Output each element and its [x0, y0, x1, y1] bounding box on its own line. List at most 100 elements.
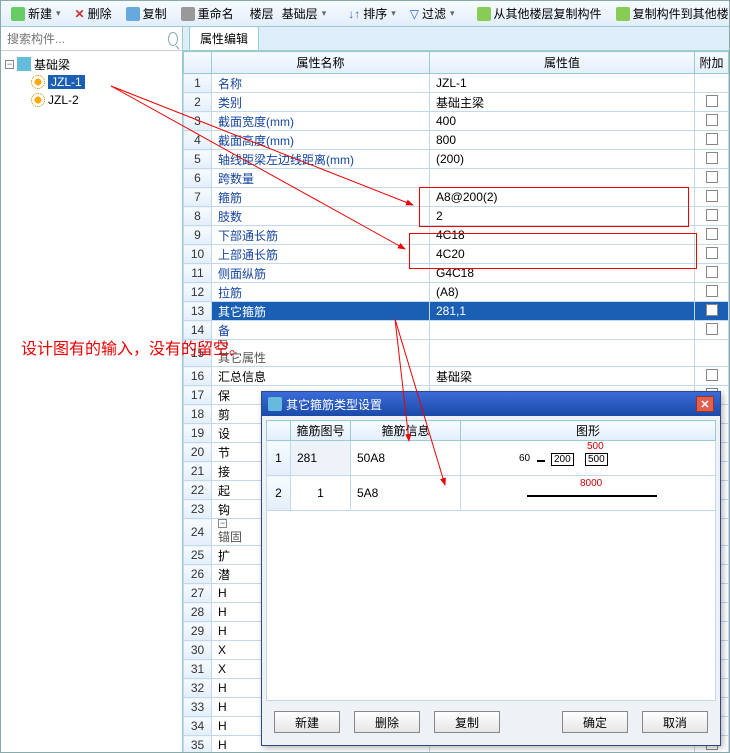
table-row[interactable]: 6跨数量 [184, 169, 729, 188]
checkbox[interactable] [706, 285, 718, 297]
cell-value[interactable] [430, 340, 695, 367]
cell-add[interactable] [695, 131, 729, 150]
dialog-cell-info[interactable]: 50A8 [351, 441, 461, 476]
dlg-copy-button[interactable]: 复制 [434, 711, 500, 733]
dlg-ok-button[interactable]: 确定 [562, 711, 628, 733]
table-row[interactable]: 8肢数2 [184, 207, 729, 226]
cell-add[interactable] [695, 367, 729, 386]
checkbox[interactable] [706, 152, 718, 164]
table-row[interactable]: 14备 [184, 321, 729, 340]
cell-value[interactable]: (200) [430, 150, 695, 169]
cell-add[interactable] [695, 112, 729, 131]
checkbox[interactable] [706, 228, 718, 240]
rename-button[interactable]: 重命名 [175, 2, 240, 25]
checkbox[interactable] [706, 304, 718, 316]
tree-item-jzl2[interactable]: JZL-2 [3, 91, 180, 109]
dialog-titlebar[interactable]: 其它箍筋类型设置 ✕ [262, 392, 720, 416]
expander-icon[interactable]: − [218, 519, 227, 528]
cell-value[interactable]: 4C20 [430, 245, 695, 264]
table-row[interactable]: 4截面高度(mm)800 [184, 131, 729, 150]
cell-add[interactable] [695, 264, 729, 283]
checkbox[interactable] [706, 209, 718, 221]
table-row[interactable]: 11侧面纵筋G4C18 [184, 264, 729, 283]
copy-button[interactable]: 复制 [120, 2, 173, 25]
table-row[interactable]: 13其它箍筋281,1 [184, 302, 729, 321]
rownum: 4 [184, 131, 212, 150]
dlg-new-button[interactable]: 新建 [274, 711, 340, 733]
floor-select[interactable]: 基础层▾ [276, 2, 333, 25]
checkbox[interactable] [706, 369, 718, 381]
table-row[interactable]: 1名称JZL-1 [184, 74, 729, 93]
cell-add[interactable] [695, 245, 729, 264]
checkbox[interactable] [706, 171, 718, 183]
cell-add[interactable] [695, 302, 729, 321]
cell-add[interactable] [695, 340, 729, 367]
dialog-cell-num[interactable]: 1 [291, 476, 351, 511]
cell-add[interactable] [695, 321, 729, 340]
col-rownum [184, 52, 212, 74]
search-box[interactable] [1, 27, 182, 51]
dlg-cancel-button[interactable]: 取消 [642, 711, 708, 733]
table-row[interactable]: 2类别基础主梁 [184, 93, 729, 112]
dialog-cell-num[interactable]: 281 [291, 441, 351, 476]
table-row[interactable]: 10上部通长筋4C20 [184, 245, 729, 264]
new-button[interactable]: 新建▾ [5, 2, 67, 25]
cell-value[interactable] [430, 169, 695, 188]
cell-value[interactable]: 4C18 [430, 226, 695, 245]
tree-item-jzl1[interactable]: JZL-1 [3, 73, 180, 91]
table-row[interactable]: 15− 其它属性 [184, 340, 729, 367]
cell-value[interactable]: JZL-1 [430, 74, 695, 93]
rownum: 6 [184, 169, 212, 188]
cell-value[interactable]: 281,1 [430, 302, 695, 321]
cell-value[interactable]: 400 [430, 112, 695, 131]
checkbox[interactable] [706, 95, 718, 107]
expander-icon[interactable]: − [5, 60, 14, 69]
checkbox[interactable] [706, 114, 718, 126]
table-row[interactable]: 7箍筋A8@200(2) [184, 188, 729, 207]
filter-button[interactable]: ▽过滤▾ [404, 2, 461, 25]
cell-value[interactable]: G4C18 [430, 264, 695, 283]
close-button[interactable]: ✕ [696, 396, 714, 412]
delete-button[interactable]: ✕删除 [69, 2, 118, 25]
checkbox[interactable] [706, 133, 718, 145]
checkbox[interactable] [706, 266, 718, 278]
checkbox[interactable] [706, 247, 718, 259]
cell-add[interactable] [695, 93, 729, 112]
rownum: 16 [184, 367, 212, 386]
copy-from-button[interactable]: 从其他楼层复制构件 [471, 2, 608, 25]
tree-root[interactable]: − 基础梁 [3, 55, 180, 73]
dialog-row[interactable]: 1 281 50A8 500 60 200 500 [267, 441, 716, 476]
copy-to-button[interactable]: 复制构件到其他楼层 [610, 2, 730, 25]
cell-add[interactable] [695, 188, 729, 207]
sort-button[interactable]: ↓↑排序▾ [342, 2, 402, 25]
checkbox[interactable] [706, 190, 718, 202]
cell-add[interactable] [695, 150, 729, 169]
dlg-delete-button[interactable]: 删除 [354, 711, 420, 733]
cell-add[interactable] [695, 169, 729, 188]
cell-value[interactable]: (A8) [430, 283, 695, 302]
dialog-cell-info[interactable]: 5A8 [351, 476, 461, 511]
cell-add[interactable] [695, 283, 729, 302]
rownum: 30 [184, 641, 212, 660]
expander-icon[interactable]: − [218, 340, 227, 349]
cell-value[interactable]: A8@200(2) [430, 188, 695, 207]
cell-add[interactable] [695, 226, 729, 245]
cell-value[interactable] [430, 321, 695, 340]
cell-add[interactable] [695, 74, 729, 93]
cell-value[interactable]: 2 [430, 207, 695, 226]
filter-icon: ▽ [410, 7, 419, 21]
table-row[interactable]: 5轴线距梁左边线距离(mm)(200) [184, 150, 729, 169]
search-icon[interactable] [168, 32, 178, 46]
table-row[interactable]: 12拉筋(A8) [184, 283, 729, 302]
dialog-row[interactable]: 2 1 5A8 8000 [267, 476, 716, 511]
checkbox[interactable] [706, 323, 718, 335]
search-input[interactable] [5, 31, 164, 47]
cell-add[interactable] [695, 207, 729, 226]
cell-value[interactable]: 基础主梁 [430, 93, 695, 112]
table-row[interactable]: 3截面宽度(mm)400 [184, 112, 729, 131]
table-row[interactable]: 9下部通长筋4C18 [184, 226, 729, 245]
table-row[interactable]: 16汇总信息基础梁 [184, 367, 729, 386]
tab-property-edit[interactable]: 属性编辑 [189, 27, 259, 50]
cell-value[interactable]: 800 [430, 131, 695, 150]
cell-value[interactable]: 基础梁 [430, 367, 695, 386]
